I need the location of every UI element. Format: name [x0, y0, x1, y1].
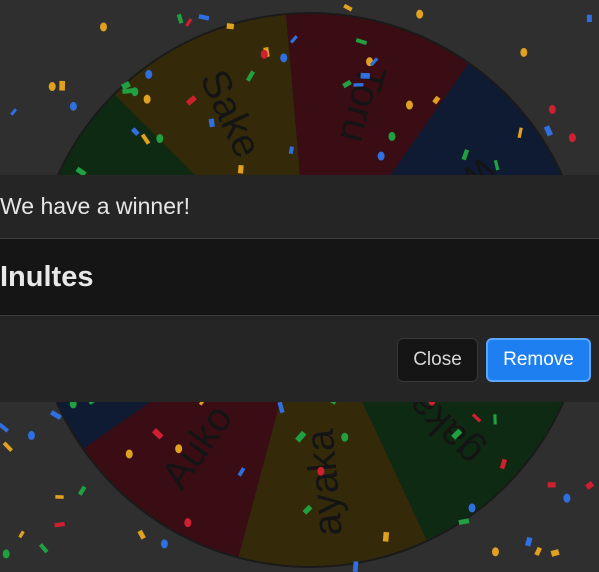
winner-modal: We have a winner! Inultes Close Remove [0, 175, 599, 402]
modal-body: Inultes [0, 239, 599, 316]
wheel-app: ToruwagakaayakaAukoSake We have a winner… [0, 0, 599, 572]
modal-title: We have a winner! [0, 193, 191, 219]
winner-name: Inultes [0, 260, 94, 293]
modal-header: We have a winner! [0, 175, 599, 239]
remove-button[interactable]: Remove [486, 338, 591, 382]
modal-footer: Close Remove [0, 316, 599, 402]
close-button[interactable]: Close [397, 338, 478, 382]
wheel-segment-label: ayaka [298, 427, 351, 538]
